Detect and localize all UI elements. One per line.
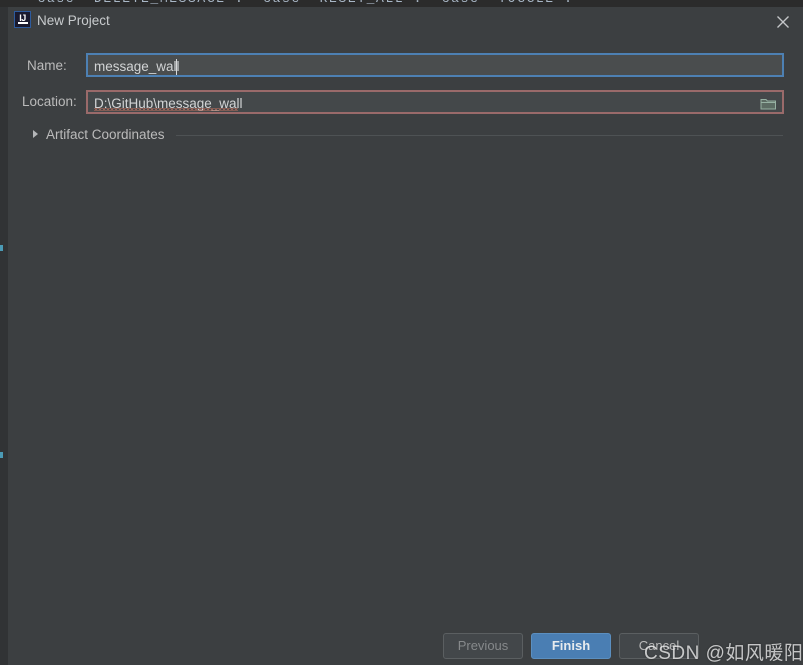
artifact-coordinates-label: Artifact Coordinates (46, 127, 165, 142)
name-input[interactable]: message_wall (86, 53, 784, 77)
chevron-right-icon (33, 130, 38, 138)
cancel-button[interactable]: Cancel (619, 633, 699, 659)
validation-underline (94, 108, 238, 111)
background-editor-sliver: case "DELETE_MESSAGE": case "RESET_ALL":… (0, 0, 803, 7)
name-input-value: message_wall (94, 59, 180, 74)
background-code-text: case "DELETE_MESSAGE": case "RESET_ALL":… (0, 0, 573, 6)
name-label: Name: (27, 58, 67, 73)
editor-marker (0, 245, 3, 251)
intellij-idea-icon: IJ (14, 11, 31, 28)
text-caret (176, 59, 177, 75)
editor-marker (0, 452, 3, 458)
app-icon-underline (18, 22, 28, 24)
location-input[interactable]: D:\GitHub\message_wall (86, 90, 784, 114)
close-icon[interactable] (769, 8, 797, 36)
dialog-title: New Project (37, 13, 110, 28)
location-label: Location: (22, 94, 77, 109)
screen: case "DELETE_MESSAGE": case "RESET_ALL":… (0, 0, 803, 665)
folder-icon[interactable] (760, 96, 777, 111)
previous-button[interactable]: Previous (443, 633, 523, 659)
section-separator (176, 135, 783, 136)
dialog-titlebar[interactable]: IJ New Project (8, 7, 803, 37)
background-editor-left-strip (0, 7, 8, 665)
finish-button[interactable]: Finish (531, 633, 611, 659)
new-project-dialog: IJ New Project Name: message_wall Locati… (8, 7, 803, 665)
